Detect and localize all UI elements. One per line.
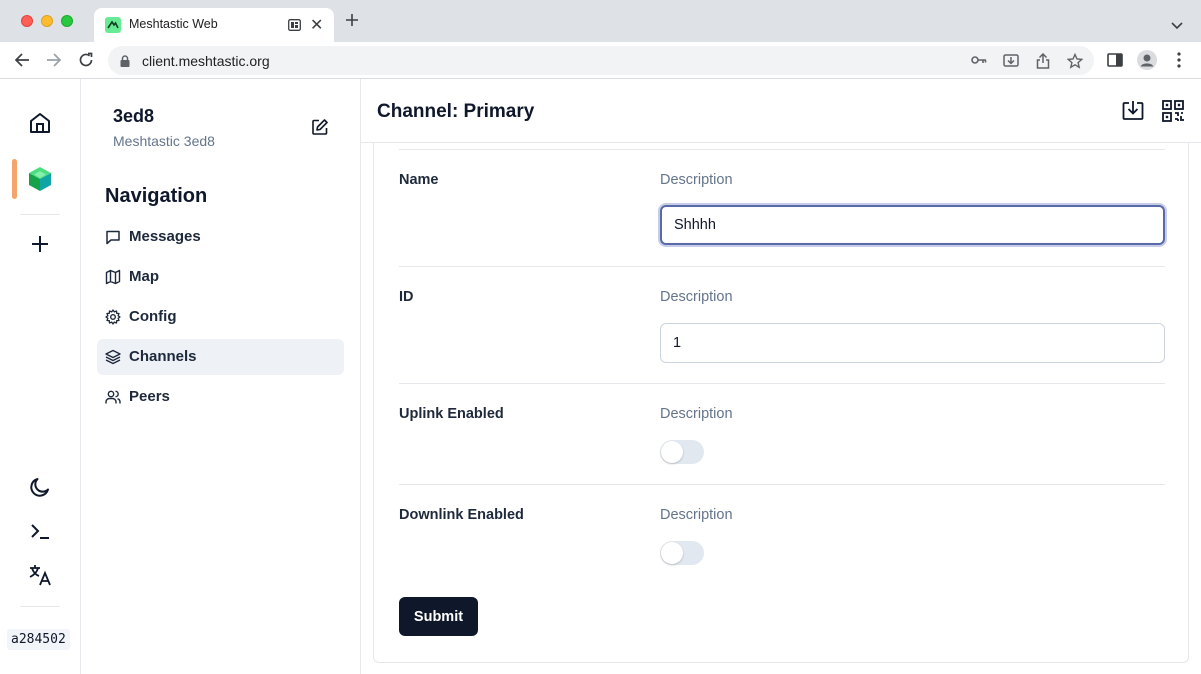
browser-menu-icon[interactable] bbox=[1177, 52, 1181, 73]
profile-avatar-icon[interactable] bbox=[1137, 50, 1157, 75]
install-app-icon[interactable] bbox=[1003, 53, 1019, 74]
sidebar-item-messages[interactable]: Messages bbox=[97, 219, 344, 255]
moon-icon[interactable] bbox=[28, 475, 52, 504]
users-icon bbox=[105, 389, 121, 410]
rail-divider bbox=[20, 214, 60, 215]
main-content: Channel: Primary Name Description ID Des… bbox=[361, 79, 1201, 674]
home-icon[interactable] bbox=[28, 111, 52, 140]
bookmark-star-icon[interactable] bbox=[1066, 52, 1084, 74]
reload-icon[interactable] bbox=[78, 52, 94, 73]
device-subtitle: Meshtastic 3ed8 bbox=[113, 133, 215, 149]
id-input[interactable] bbox=[660, 323, 1165, 363]
terminal-icon[interactable] bbox=[28, 519, 52, 548]
name-input[interactable] bbox=[660, 205, 1165, 245]
window-minimize-button[interactable] bbox=[41, 15, 53, 27]
app-rail: a284502 bbox=[0, 79, 81, 674]
nav-heading: Navigation bbox=[105, 185, 208, 207]
meshtastic-favicon-icon bbox=[105, 17, 121, 33]
row-divider bbox=[399, 484, 1165, 485]
gear-icon bbox=[105, 309, 121, 330]
toggle-knob bbox=[661, 441, 683, 463]
sidebar-item-config[interactable]: Config bbox=[97, 299, 344, 335]
browser-tab-bar: Meshtastic Web ✕ bbox=[0, 0, 1201, 42]
page-title: Channel: Primary bbox=[377, 101, 535, 122]
browser-tab[interactable]: Meshtastic Web ✕ bbox=[94, 8, 334, 42]
field-description: Description bbox=[660, 406, 733, 422]
sidebar: 3ed8 Meshtastic 3ed8 Navigation Messages… bbox=[81, 79, 361, 674]
browser-address-bar: client.meshtastic.org bbox=[0, 42, 1201, 79]
field-label-name: Name bbox=[399, 172, 439, 188]
download-icon[interactable] bbox=[1121, 99, 1145, 128]
new-tab-icon[interactable] bbox=[345, 13, 359, 32]
field-description: Description bbox=[660, 172, 733, 188]
row-divider bbox=[399, 266, 1165, 267]
uplink-enabled-toggle[interactable] bbox=[660, 440, 704, 464]
omnibox[interactable]: client.meshtastic.org bbox=[108, 46, 1094, 75]
sidebar-item-channels[interactable]: Channels bbox=[97, 339, 344, 375]
page-header: Channel: Primary bbox=[361, 79, 1201, 143]
key-icon[interactable] bbox=[971, 53, 987, 72]
window-close-button[interactable] bbox=[21, 15, 33, 27]
chevron-down-icon[interactable] bbox=[1171, 17, 1183, 35]
downlink-enabled-toggle[interactable] bbox=[660, 541, 704, 565]
sidebar-item-label: Peers bbox=[129, 388, 170, 405]
lock-icon[interactable] bbox=[120, 54, 130, 72]
device-name: 3ed8 bbox=[113, 106, 155, 126]
back-arrow-icon[interactable] bbox=[14, 52, 30, 73]
message-icon bbox=[105, 229, 121, 250]
field-label-downlink: Downlink Enabled bbox=[399, 507, 524, 523]
tab-close-icon[interactable]: ✕ bbox=[310, 15, 323, 35]
share-icon[interactable] bbox=[1036, 52, 1050, 74]
sidebar-item-label: Map bbox=[129, 268, 159, 285]
active-device-marker bbox=[12, 159, 17, 199]
edit-device-icon[interactable] bbox=[311, 118, 329, 141]
language-icon[interactable] bbox=[28, 563, 52, 592]
map-icon bbox=[105, 269, 121, 290]
channel-form: Name Description ID Description Uplink E… bbox=[373, 143, 1189, 663]
plus-icon[interactable] bbox=[28, 232, 52, 261]
sidebar-item-peers[interactable]: Peers bbox=[97, 379, 344, 415]
field-label-id: ID bbox=[399, 289, 414, 305]
url-text[interactable]: client.meshtastic.org bbox=[142, 53, 270, 69]
sidebar-item-map[interactable]: Map bbox=[97, 259, 344, 295]
device-cube-icon[interactable] bbox=[26, 165, 54, 198]
window-zoom-button[interactable] bbox=[61, 15, 73, 27]
sidebar-item-label: Config bbox=[129, 308, 177, 325]
toggle-knob bbox=[661, 542, 683, 564]
field-description: Description bbox=[660, 289, 733, 305]
qr-code-icon[interactable] bbox=[1161, 99, 1185, 128]
version-badge: a284502 bbox=[7, 629, 70, 650]
row-divider bbox=[399, 383, 1165, 384]
side-panel-icon[interactable] bbox=[1107, 52, 1123, 73]
media-icon[interactable] bbox=[288, 18, 301, 36]
submit-button[interactable]: Submit bbox=[399, 597, 478, 636]
tab-title: Meshtastic Web bbox=[129, 17, 218, 31]
sidebar-item-label: Channels bbox=[129, 348, 197, 365]
layers-icon bbox=[105, 349, 121, 370]
field-description: Description bbox=[660, 507, 733, 523]
rail-divider bbox=[20, 606, 60, 607]
forward-arrow-icon[interactable] bbox=[46, 52, 62, 73]
row-divider bbox=[399, 149, 1165, 150]
field-label-uplink: Uplink Enabled bbox=[399, 406, 504, 422]
sidebar-item-label: Messages bbox=[129, 228, 201, 245]
